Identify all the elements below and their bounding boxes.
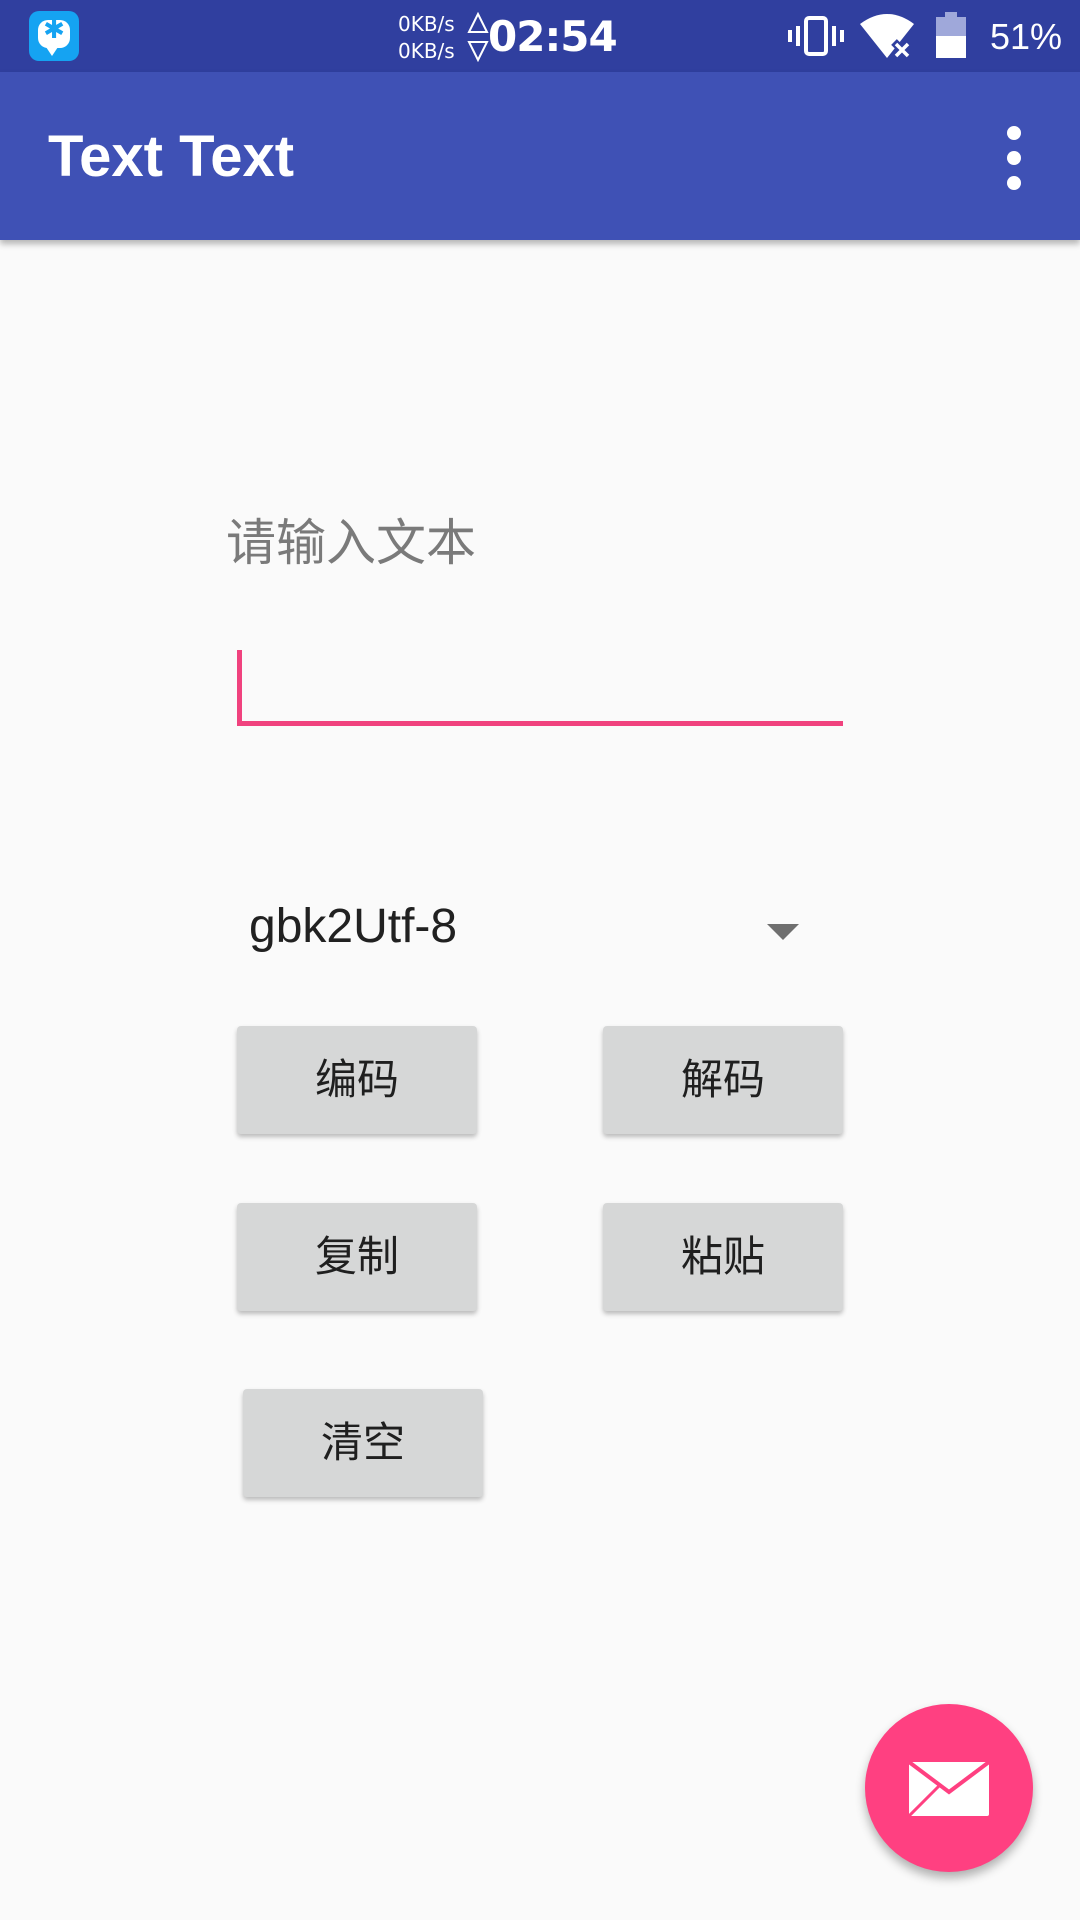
status-bar: ✱ 0KB/s 0KB/s 02:54 51% — [0, 0, 1080, 72]
battery-icon — [936, 12, 966, 58]
encoding-spinner[interactable]: gbk2Utf-8 — [237, 884, 843, 980]
vibrate-icon — [788, 16, 844, 56]
battery-percent: 51% — [990, 16, 1063, 57]
paste-button[interactable]: 粘贴 — [603, 1203, 843, 1311]
net-download-speed: 0KB/s — [398, 39, 455, 63]
spinner-selected-value: gbk2Utf-8 — [249, 900, 458, 953]
status-time: 02:54 — [488, 12, 618, 61]
network-speed: 0KB/s 0KB/s — [398, 11, 455, 65]
network-arrows-icon — [467, 12, 489, 62]
dropdown-arrow-icon — [767, 924, 799, 940]
net-upload-speed: 0KB/s — [398, 12, 455, 36]
app-notification-icon: ✱ — [29, 11, 79, 61]
input-label: 请输入文本 — [226, 514, 476, 572]
overflow-menu-icon[interactable] — [990, 126, 1038, 190]
mail-icon — [909, 1762, 989, 1816]
wifi-icon — [860, 14, 914, 60]
mail-fab-button[interactable] — [865, 1704, 1033, 1872]
text-cursor — [237, 650, 242, 722]
decode-button[interactable]: 解码 — [603, 1026, 843, 1134]
copy-button[interactable]: 复制 — [237, 1203, 477, 1311]
app-title: Text Text — [48, 124, 295, 189]
encode-button[interactable]: 编码 — [237, 1026, 477, 1134]
app-bar: Text Text — [0, 72, 1080, 240]
clear-button[interactable]: 清空 — [243, 1389, 483, 1497]
text-input[interactable] — [237, 640, 843, 726]
